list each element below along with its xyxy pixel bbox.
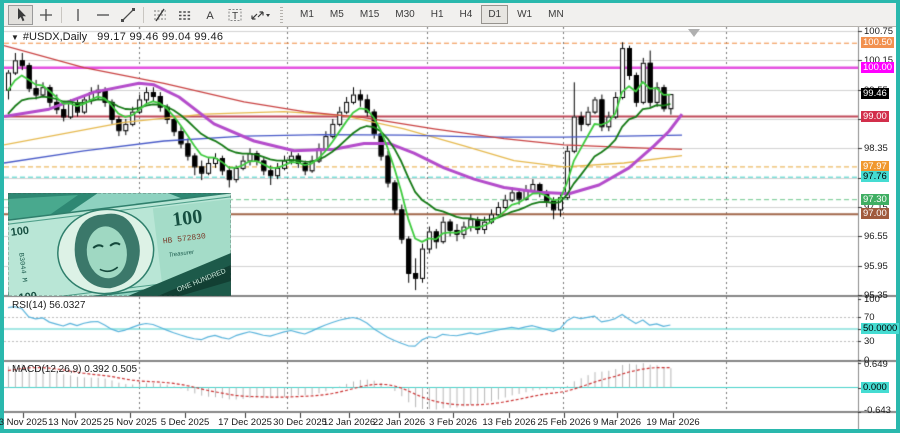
timeframe-M15-button[interactable]: M15: [353, 5, 386, 24]
svg-text:A: A: [206, 10, 214, 22]
tool-cursor-icon[interactable]: [8, 5, 33, 25]
timeframe-H1-button[interactable]: H1: [424, 5, 451, 24]
chart-shift-marker-icon[interactable]: [688, 29, 700, 37]
symbol-label: #USDX,Daily: [23, 31, 87, 43]
trading-terminal-window: A T M1M5M15M30H1H4D1W1MN ▼ #USDX,Daily 99.17…: [0, 0, 900, 433]
price-tick-label: 96.55: [864, 231, 888, 242]
rsi-tick-label: 70: [864, 312, 875, 323]
rsi-indicator-label: RSI(14) 56.0327: [12, 300, 85, 311]
tool-channels-icon[interactable]: [172, 5, 197, 25]
date-tick-label: 3 Nov 2025: [0, 417, 47, 428]
price-level-badge: 97.76: [861, 171, 889, 182]
toolbar-separator: [143, 7, 144, 23]
date-tick-label: 9 Mar 2026: [593, 417, 641, 428]
price-tick-label: 98.35: [864, 143, 888, 154]
timeframe-W1-button[interactable]: W1: [510, 5, 539, 24]
macd-tick-label: 0.649: [864, 359, 888, 370]
date-tick-label: 25 Nov 2025: [103, 417, 157, 428]
price-level-badge: 97.30: [861, 194, 889, 205]
ohlc-quote: 99.17 99.46 99.04 99.46: [97, 31, 223, 43]
timeframe-M5-button[interactable]: M5: [323, 5, 351, 24]
toolbar-grip[interactable]: [280, 7, 287, 23]
timeframe-M30-button[interactable]: M30: [388, 5, 421, 24]
tool-fibonacci-icon[interactable]: [147, 5, 172, 25]
macd-zero-badge: 0.000: [861, 382, 889, 393]
chart-area: ▼ #USDX,Daily 99.17 99.46 99.04 99.46 RSI(…: [4, 27, 896, 429]
svg-text:100: 100: [10, 225, 30, 239]
tool-vertical-line-icon[interactable]: [65, 5, 90, 25]
date-tick-label: 30 Dec 2025: [273, 417, 327, 428]
chart-title: ▼ #USDX,Daily 99.17 99.46 99.04 99.46: [11, 31, 223, 43]
tool-trendline-icon[interactable]: [115, 5, 140, 25]
tool-text-label-icon[interactable]: T: [222, 5, 247, 25]
date-tick-label: 25 Feb 2026: [537, 417, 590, 428]
price-level-badge: 97.00: [861, 208, 889, 219]
date-tick-label: 19 Mar 2026: [646, 417, 699, 428]
svg-text:100: 100: [171, 206, 203, 231]
price-tick-label: 100.75: [864, 26, 893, 37]
date-tick-label: 13 Feb 2026: [482, 417, 535, 428]
tool-horizontal-line-icon[interactable]: [90, 5, 115, 25]
tool-arrows-icon[interactable]: [247, 5, 272, 25]
tool-text-icon[interactable]: A: [197, 5, 222, 25]
toolbar-separator: [61, 7, 62, 23]
price-level-badge: 100.50: [861, 37, 894, 48]
date-tick-label: 22 Jan 2026: [373, 417, 425, 428]
price-tick-label: 95.95: [864, 261, 888, 272]
date-tick-label: 3 Feb 2026: [429, 417, 477, 428]
timeframe-M1-button[interactable]: M1: [293, 5, 321, 24]
svg-text:T: T: [231, 11, 237, 22]
macd-indicator-label: MACD(12,26,9) 0.392 0.505: [12, 364, 137, 375]
time-axis[interactable]: 3 Nov 202513 Nov 202525 Nov 20255 Dec 20…: [4, 415, 858, 429]
date-tick-label: 13 Nov 2025: [48, 417, 102, 428]
date-tick-label: 12 Jan 2026: [323, 417, 375, 428]
rsi-tick-label: 30: [864, 336, 875, 347]
price-level-badge: 99.00: [861, 111, 889, 122]
timeframe-MN-button[interactable]: MN: [541, 5, 571, 24]
tool-crosshair-icon[interactable]: [33, 5, 58, 25]
price-level-badge: 99.46: [861, 88, 889, 99]
rsi-level-badge: 50.0000: [861, 323, 899, 334]
date-tick-label: 17 Dec 2025: [218, 417, 272, 428]
price-level-badge: 100.00: [861, 62, 894, 73]
price-axis[interactable]: 100.75100.1599.5598.9598.3597.7597.1596.…: [858, 27, 896, 429]
chart-toolbar: A T M1M5M15M30H1H4D1W1MN: [4, 3, 896, 27]
symbol-dropdown-icon[interactable]: ▼: [11, 33, 19, 42]
macd-tick-label: -0.643: [864, 405, 891, 416]
rsi-tick-label: 100: [864, 294, 880, 305]
timeframe-D1-button[interactable]: D1: [481, 5, 508, 24]
dollar-bill-image: 100 HB 572830 Treasurer B3044 M 100 100 …: [8, 193, 231, 296]
timeframe-H4-button[interactable]: H4: [453, 5, 480, 24]
date-tick-label: 5 Dec 2025: [161, 417, 210, 428]
